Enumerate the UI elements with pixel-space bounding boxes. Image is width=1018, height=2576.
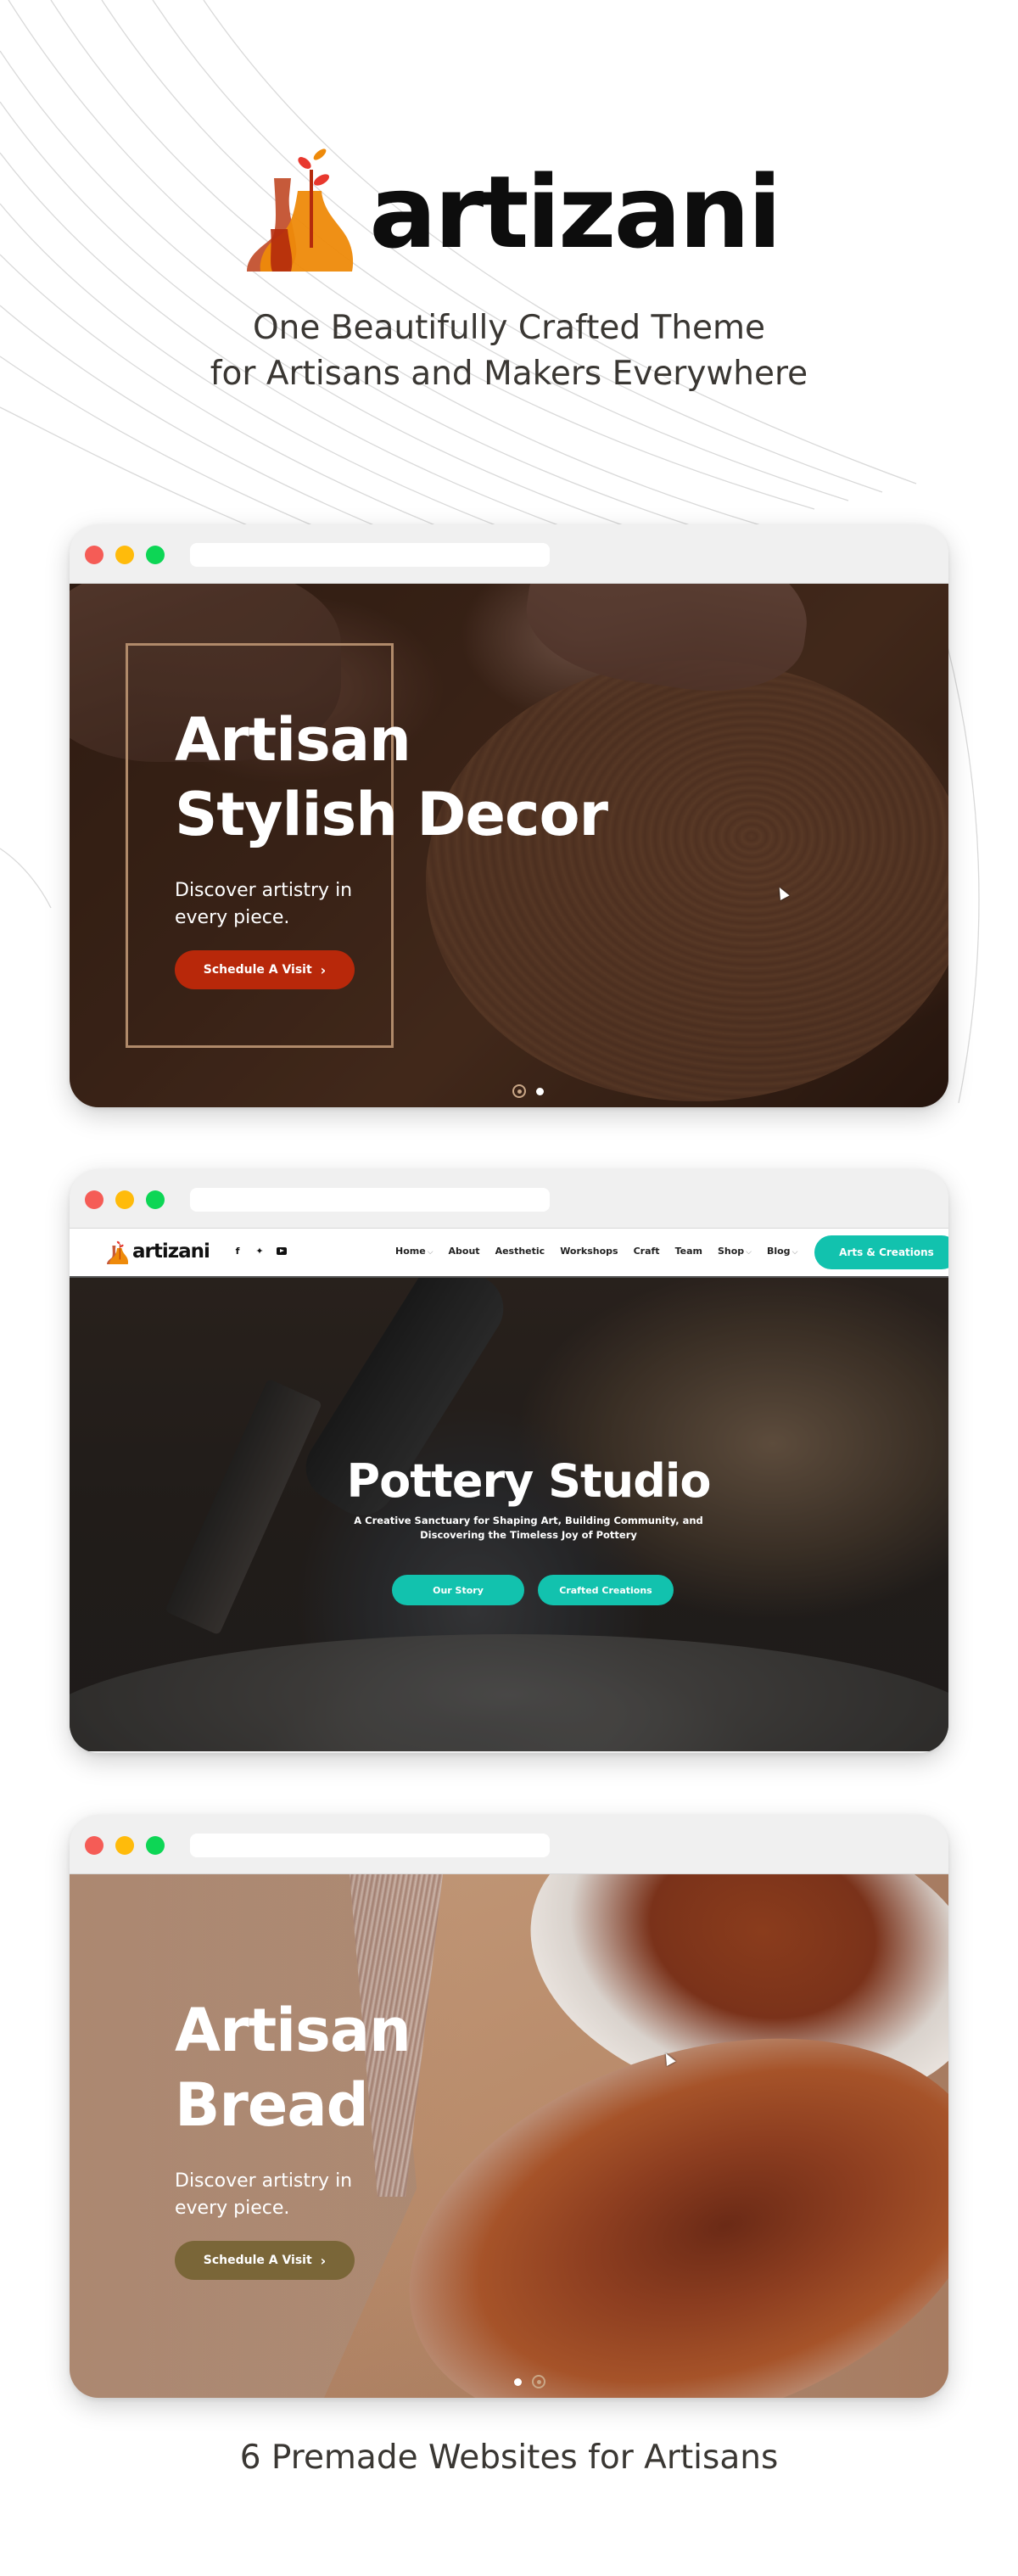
schedule-visit-label: Schedule A Visit bbox=[203, 2254, 312, 2267]
address-bar[interactable] bbox=[190, 1834, 550, 1857]
slide-dot-2-active[interactable] bbox=[532, 2375, 545, 2388]
artizani-logo-icon bbox=[247, 148, 354, 272]
menu-item-craft[interactable]: Craft bbox=[634, 1246, 660, 1257]
main-menu: Home ⌵ About Aesthetic Workshops Craft Te… bbox=[395, 1246, 797, 1257]
menu-label: Shop bbox=[717, 1246, 745, 1257]
brand-tagline: One Beautifully Crafted Theme for Artisa… bbox=[0, 305, 1018, 397]
social-links: f ✦ bbox=[232, 1246, 287, 1257]
maximize-window-icon[interactable] bbox=[146, 546, 165, 564]
slide-dot-1[interactable] bbox=[514, 2377, 522, 2386]
minimize-window-icon[interactable] bbox=[115, 546, 134, 564]
hero-subtitle: Discover artistry in every piece. bbox=[175, 877, 352, 932]
hero-title: Pottery Studio bbox=[346, 1454, 712, 1508]
twitter-icon[interactable]: ✦ bbox=[255, 1246, 265, 1257]
menu-item-home[interactable]: Home ⌵ bbox=[395, 1246, 433, 1257]
schedule-visit-button[interactable]: Schedule A Visit › bbox=[175, 950, 355, 989]
chevron-right-icon: › bbox=[320, 961, 327, 978]
facebook-icon[interactable]: f bbox=[232, 1246, 243, 1257]
hero-subtitle-line-2: Discovering the Timeless Joy of Pottery bbox=[420, 1529, 637, 1541]
slide-dot-1-active[interactable] bbox=[512, 1084, 526, 1098]
hero-subtitle-line-2: every piece. bbox=[175, 907, 290, 928]
schedule-visit-button[interactable]: Schedule A Visit › bbox=[175, 2241, 355, 2280]
menu-label: Home bbox=[395, 1246, 426, 1257]
site-logo-text: artizani bbox=[132, 1240, 210, 1263]
hero-title-line-2: Bread bbox=[175, 2070, 369, 2140]
hero-subtitle: Discover artistry in every piece. bbox=[175, 2168, 352, 2222]
maximize-window-icon[interactable] bbox=[146, 1190, 165, 1209]
menu-label: Blog bbox=[766, 1246, 791, 1257]
browser-mockup-pottery: artizani f ✦ Home ⌵ About Aesthetic Works… bbox=[70, 1169, 948, 1753]
minimize-window-icon[interactable] bbox=[115, 1836, 134, 1855]
hero-subtitle-line-1: Discover artistry in bbox=[175, 2170, 353, 2192]
premade-websites-heading: 6 Premade Websites for Artisans bbox=[239, 2439, 779, 2477]
menu-item-about[interactable]: About bbox=[449, 1246, 480, 1257]
menu-item-team[interactable]: Team bbox=[675, 1246, 702, 1257]
menu-item-aesthetic[interactable]: Aesthetic bbox=[495, 1246, 545, 1257]
slider-pagination bbox=[514, 2375, 545, 2388]
hero-subtitle-line-2: every piece. bbox=[175, 2198, 290, 2219]
crafted-creations-button[interactable]: Crafted Creations bbox=[538, 1575, 674, 1605]
minimize-window-icon[interactable] bbox=[115, 1190, 134, 1209]
browser-chrome bbox=[70, 1169, 948, 1229]
hero-title: Artisan Stylish Decor bbox=[175, 703, 608, 852]
chevron-down-icon: ⌵ bbox=[427, 1248, 433, 1257]
slider-pagination bbox=[512, 1084, 544, 1098]
hero-title-line-1: Artisan bbox=[175, 705, 411, 775]
schedule-visit-label: Schedule A Visit bbox=[203, 963, 312, 977]
hero-subtitle-line-1: Discover artistry in bbox=[175, 880, 353, 901]
menu-item-blog[interactable]: Blog ⌵ bbox=[767, 1246, 797, 1257]
close-window-icon[interactable] bbox=[85, 1190, 103, 1209]
hero-title-line-2: Stylish Decor bbox=[175, 780, 608, 849]
hero-title: Artisan Bread bbox=[175, 1993, 411, 2142]
site-logo[interactable]: artizani bbox=[105, 1239, 210, 1264]
tagline-line-1: One Beautifully Crafted Theme bbox=[252, 309, 766, 347]
youtube-icon[interactable] bbox=[277, 1247, 287, 1255]
chevron-right-icon: › bbox=[320, 2252, 327, 2269]
artizani-logo-icon bbox=[107, 1240, 129, 1264]
our-story-button[interactable]: Our Story bbox=[392, 1575, 524, 1605]
browser-mockup-decor: Artisan Stylish Decor Discover artistry … bbox=[70, 524, 948, 1107]
maximize-window-icon[interactable] bbox=[146, 1836, 165, 1855]
hero-bread: Artisan Bread Discover artistry in every… bbox=[70, 1874, 948, 2398]
site-navbar: artizani f ✦ Home ⌵ About Aesthetic Works… bbox=[70, 1229, 948, 1278]
arts-creations-button[interactable]: Arts & Creations bbox=[814, 1235, 948, 1269]
close-window-icon[interactable] bbox=[85, 546, 103, 564]
browser-mockup-bread: Artisan Bread Discover artistry in every… bbox=[70, 1815, 948, 2398]
browser-chrome bbox=[70, 1815, 948, 1874]
browser-chrome bbox=[70, 524, 948, 584]
hero-subtitle-line-1: A Creative Sanctuary for Shaping Art, Bu… bbox=[354, 1515, 703, 1526]
menu-item-workshops[interactable]: Workshops bbox=[560, 1246, 618, 1257]
hero-title-line-1: Artisan bbox=[175, 1996, 411, 2065]
hero-decor: Artisan Stylish Decor Discover artistry … bbox=[70, 584, 948, 1107]
menu-item-shop[interactable]: Shop ⌵ bbox=[718, 1246, 752, 1257]
chevron-down-icon: ⌵ bbox=[791, 1248, 798, 1257]
hero-pottery: Pottery Studio A Creative Sanctuary for … bbox=[70, 1278, 948, 1751]
brand-wordmark: artizani bbox=[369, 154, 781, 271]
slide-dot-2[interactable] bbox=[536, 1087, 544, 1095]
chevron-down-icon: ⌵ bbox=[746, 1248, 752, 1257]
address-bar[interactable] bbox=[190, 543, 550, 567]
hero-subtitle: A Creative Sanctuary for Shaping Art, Bu… bbox=[70, 1514, 948, 1543]
close-window-icon[interactable] bbox=[85, 1836, 103, 1855]
address-bar[interactable] bbox=[190, 1188, 550, 1212]
brand-header: artizani bbox=[0, 144, 1018, 272]
tagline-line-2: for Artisans and Makers Everywhere bbox=[210, 355, 808, 393]
